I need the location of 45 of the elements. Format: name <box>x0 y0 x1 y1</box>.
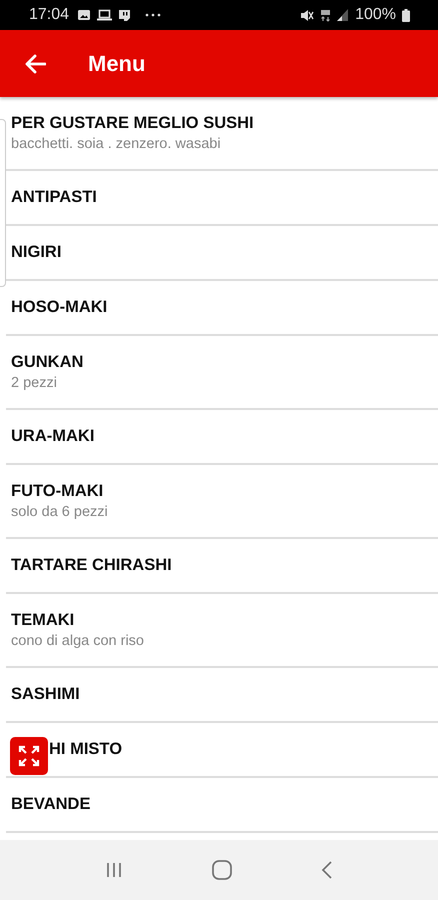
menu-category[interactable]: GUNKAN 2 pezzi <box>6 336 438 410</box>
battery-percent: 100% <box>355 6 396 24</box>
expand-icon <box>17 744 41 768</box>
back-icon[interactable] <box>320 860 334 880</box>
category-title: ANTIPASTI <box>11 188 98 207</box>
back-arrow-icon <box>24 54 46 74</box>
more-icon <box>145 13 162 17</box>
category-title: GUNKAN <box>11 353 84 372</box>
category-title: BEVANDE <box>11 795 92 814</box>
category-title: URA-MAKI <box>11 427 96 446</box>
menu-category[interactable]: HI MISTO <box>6 723 438 778</box>
mute-icon <box>300 8 314 22</box>
expand-button[interactable] <box>10 737 48 775</box>
category-description: bacchetti. soia . zenzero. wasabi <box>11 136 222 152</box>
category-description: solo da 6 pezzi <box>11 504 109 520</box>
category-description: cono di alga con riso <box>11 633 145 649</box>
menu-category[interactable]: FUTO-MAKI solo da 6 pezzi <box>6 465 438 539</box>
category-title: HI MISTO <box>49 740 124 759</box>
category-title: TEMAKI <box>11 611 76 630</box>
menu-category[interactable]: PER GUSTARE MEGLIO SUSHI bacchetti. soia . zenzero. wasabi <box>6 97 438 171</box>
chat-icon <box>118 8 132 22</box>
category-title: HOSO-MAKI <box>11 298 108 317</box>
laptop-icon <box>97 9 112 21</box>
home-icon[interactable] <box>210 859 233 881</box>
menu-category[interactable]: TARTARE CHIRASHI <box>6 539 438 594</box>
menu-category[interactable]: TEMAKI cono di alga con riso <box>6 594 438 668</box>
back-button[interactable] <box>23 52 47 76</box>
category-title: FUTO-MAKI <box>11 482 104 501</box>
battery-icon <box>402 8 410 22</box>
menu-category[interactable]: URA-MAKI <box>6 410 438 465</box>
data-icon <box>320 8 332 22</box>
menu-category[interactable]: SASHIMI <box>6 668 438 723</box>
menu-category[interactable]: BEVANDE <box>6 778 438 833</box>
menu-category[interactable]: NIGIRI <box>6 226 438 281</box>
menu-category[interactable]: HOSO-MAKI <box>6 281 438 336</box>
category-title: TARTARE CHIRASHI <box>11 556 173 575</box>
menu-category[interactable]: ANTIPASTI <box>6 171 438 226</box>
image-icon <box>77 9 92 21</box>
category-title: SASHIMI <box>11 685 81 704</box>
screen-title: Menu <box>88 50 146 76</box>
category-description: 2 pezzi <box>11 375 58 391</box>
signal-icon <box>337 9 350 21</box>
category-title: PER GUSTARE MEGLIO SUSHI <box>11 114 255 133</box>
category-title: NIGIRI <box>11 243 62 262</box>
status-time: 17:04 <box>29 6 70 24</box>
